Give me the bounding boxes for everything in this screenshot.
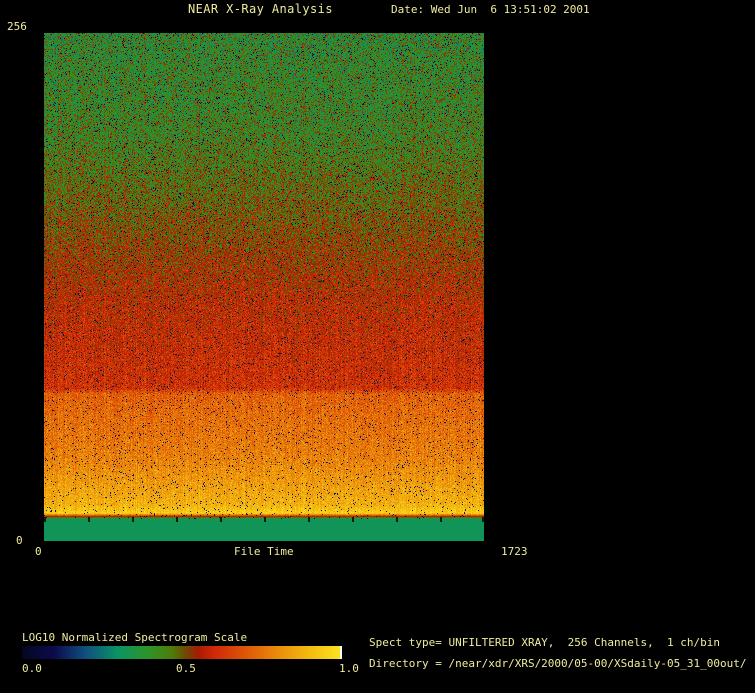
window-root: { "window": { "bg": "#000000", "text_col… [0, 0, 755, 693]
chart-title: NEAR X-Ray Analysis [188, 2, 333, 16]
directory-label: Directory = /near/xdr/XRS/2000/05-00/XSd… [369, 657, 747, 670]
y-axis-min-label: 0 [16, 534, 23, 547]
date-label: Date: Wed Jun 6 13:51:02 2001 [391, 3, 590, 16]
spect-type-label: Spect type= UNFILTERED XRAY, 256 Channel… [369, 636, 720, 649]
colorbar-tick-min: 0.0 [22, 662, 42, 675]
y-axis-max-label: 256 [7, 20, 27, 33]
x-axis-min-label: 0 [35, 545, 42, 558]
colorbar-tick-mid: 0.5 [176, 662, 196, 675]
colorbar-gradient [22, 646, 342, 659]
x-axis-title: File Time [234, 545, 294, 558]
colorbar-tick-max: 1.0 [339, 662, 359, 675]
colorbar-end-cap [340, 646, 342, 659]
spectrogram-canvas [44, 33, 484, 541]
x-axis-max-label: 1723 [501, 545, 528, 558]
colorbar-title: LOG10 Normalized Spectrogram Scale [22, 631, 248, 644]
